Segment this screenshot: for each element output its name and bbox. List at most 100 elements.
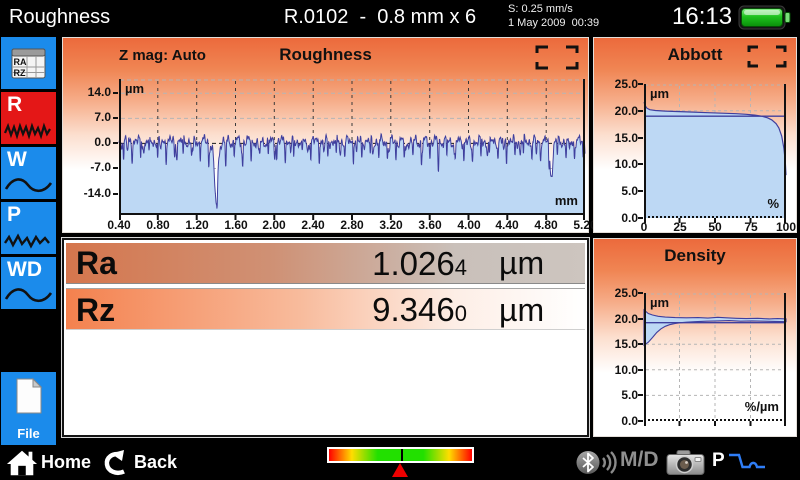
x-axis-tick-label: 100 bbox=[771, 220, 800, 234]
y-axis-tick-label: 5.0 bbox=[598, 388, 638, 402]
result-param: Ra bbox=[76, 243, 117, 284]
result-value-last-digit: 0 bbox=[455, 301, 467, 326]
svg-text:RA: RA bbox=[14, 57, 27, 67]
x-axis-tick-label: 75 bbox=[736, 220, 766, 234]
density-panel: Density µm %/µm 25.0 20.0 15.0 10.0 5.0 0.0 bbox=[593, 238, 797, 437]
gauge-center-tick bbox=[401, 449, 403, 461]
home-button[interactable]: Home bbox=[6, 445, 91, 480]
x-axis-tick-label: 2.80 bbox=[332, 218, 372, 232]
y-axis-tick-label: 0.0 bbox=[69, 135, 111, 149]
sidebar-item-primary[interactable]: P bbox=[1, 202, 56, 254]
axis-tick bbox=[638, 163, 643, 165]
axis-tick bbox=[638, 369, 643, 371]
x-axis-tick-label: 0.80 bbox=[138, 218, 178, 232]
density-chart: µm %/µm bbox=[644, 293, 786, 421]
focus-corners-icon[interactable] bbox=[746, 44, 788, 74]
roughness-panel: Z mag: Auto Roughness µm mm 14.07.00.0-7… bbox=[62, 37, 589, 233]
sidebar-item-label: W bbox=[7, 148, 27, 172]
gauge-pointer bbox=[392, 463, 408, 477]
measurement-settings[interactable]: R.0102 - 0.8 mm x 6 bbox=[230, 6, 530, 29]
camera-icon[interactable] bbox=[666, 449, 706, 480]
back-undo-icon bbox=[103, 449, 131, 477]
x-axis-unit: %/µm bbox=[745, 399, 779, 414]
speed-readout: S: 0.25 mm/s bbox=[508, 3, 573, 15]
result-value: 1.0264 bbox=[372, 243, 467, 288]
result-value: 9.3460 bbox=[372, 289, 467, 335]
focus-corners-icon[interactable] bbox=[534, 44, 580, 76]
y-axis-unit: µm bbox=[650, 86, 669, 101]
sidebar-item-label: P bbox=[7, 203, 21, 227]
primary-wave-icon bbox=[4, 231, 53, 251]
x-axis-tick-label: 2.00 bbox=[254, 218, 294, 232]
result-row-ra[interactable]: Ra 1.0264 µm bbox=[66, 243, 585, 284]
y-axis-tick-label: 0.0 bbox=[598, 414, 638, 428]
sidebar-item-waviness[interactable]: W bbox=[1, 147, 56, 199]
axis-tick bbox=[638, 420, 643, 422]
svg-text:RZ: RZ bbox=[14, 68, 26, 78]
y-axis-tick-label: 7.0 bbox=[69, 110, 111, 124]
y-axis-tick-label: 20.0 bbox=[598, 312, 638, 326]
sidebar-item-label: File bbox=[1, 426, 56, 441]
axis-tick bbox=[638, 318, 643, 320]
axis-tick bbox=[113, 92, 118, 94]
axis-tick bbox=[638, 394, 643, 396]
axis-tick bbox=[638, 137, 643, 139]
parameter-table-icon: RA RZ bbox=[10, 46, 48, 80]
y-axis-unit: µm bbox=[125, 81, 144, 96]
back-button[interactable]: Back bbox=[103, 445, 177, 480]
top-bar: Roughness R.0102 - 0.8 mm x 6 S: 0.25 mm… bbox=[0, 0, 800, 35]
home-icon bbox=[6, 448, 38, 478]
x-axis-tick-label: 3.60 bbox=[410, 218, 450, 232]
y-axis-tick-label: 25.0 bbox=[598, 77, 638, 91]
axis-tick bbox=[113, 142, 118, 144]
y-axis-tick-label: 10.0 bbox=[598, 363, 638, 377]
battery-icon bbox=[738, 4, 792, 36]
x-axis-tick-label: 4.40 bbox=[487, 218, 527, 232]
datetime-readout: 1 May 2009 00:39 bbox=[508, 17, 599, 29]
y-axis-tick-label: 25.0 bbox=[598, 286, 638, 300]
axis-tick bbox=[638, 110, 643, 112]
result-unit: µm bbox=[499, 243, 544, 284]
y-axis-unit: µm bbox=[650, 295, 669, 310]
profile-wave-icon bbox=[728, 451, 768, 478]
x-axis-tick-label: 1.20 bbox=[177, 218, 217, 232]
result-param: Rz bbox=[76, 289, 115, 331]
bottom-bar: Home Back bbox=[0, 445, 800, 480]
x-axis-tick-label: 2.40 bbox=[293, 218, 333, 232]
roughness-chart: µm mm bbox=[119, 79, 585, 215]
y-axis-tick-label: 14.0 bbox=[69, 85, 111, 99]
x-axis-tick-label: 0 bbox=[629, 220, 659, 234]
y-axis-tick-label: -7.0 bbox=[69, 160, 111, 174]
x-axis-tick-label: 0.40 bbox=[99, 218, 139, 232]
axis-tick bbox=[638, 217, 643, 219]
sidebar-item-parameter-table[interactable]: RA RZ bbox=[1, 37, 56, 89]
waviness-wave-icon bbox=[4, 174, 53, 196]
sidebar-item-wd[interactable]: WD bbox=[1, 257, 56, 309]
md-mode-button[interactable]: M/D bbox=[620, 448, 659, 472]
density-chart-title: Density bbox=[594, 246, 796, 266]
sidebar-item-label: R bbox=[7, 93, 22, 117]
result-row-rz[interactable]: Rz 9.3460 µm bbox=[66, 288, 585, 330]
y-axis-tick-label: -14.0 bbox=[69, 186, 111, 200]
axis-tick bbox=[113, 193, 118, 195]
y-axis-tick-label: 20.0 bbox=[598, 104, 638, 118]
results-panel: Ra 1.0264 µm Rz 9.3460 µm bbox=[62, 238, 589, 437]
profile-mode-label[interactable]: P bbox=[712, 450, 725, 472]
y-axis-tick-label: 15.0 bbox=[598, 337, 638, 351]
result-unit: µm bbox=[499, 289, 544, 331]
device-screen: Roughness R.0102 - 0.8 mm x 6 S: 0.25 mm… bbox=[0, 0, 800, 480]
y-axis-tick-label: 10.0 bbox=[598, 157, 638, 171]
wd-wave-icon bbox=[4, 284, 53, 306]
page-title: Roughness bbox=[9, 6, 110, 29]
x-axis-tick-label: 50 bbox=[700, 220, 730, 234]
result-value-last-digit: 4 bbox=[455, 255, 467, 280]
level-gauge bbox=[327, 447, 474, 463]
bluetooth-icon[interactable] bbox=[576, 449, 618, 480]
x-axis-unit: mm bbox=[555, 193, 578, 208]
sidebar-item-file[interactable]: File bbox=[1, 372, 56, 445]
x-axis-unit: % bbox=[767, 196, 779, 211]
x-axis-tick-label: 1.60 bbox=[216, 218, 256, 232]
abbott-chart: µm % bbox=[644, 84, 786, 218]
file-document-icon bbox=[14, 378, 44, 415]
sidebar-item-roughness[interactable]: R bbox=[1, 92, 56, 144]
